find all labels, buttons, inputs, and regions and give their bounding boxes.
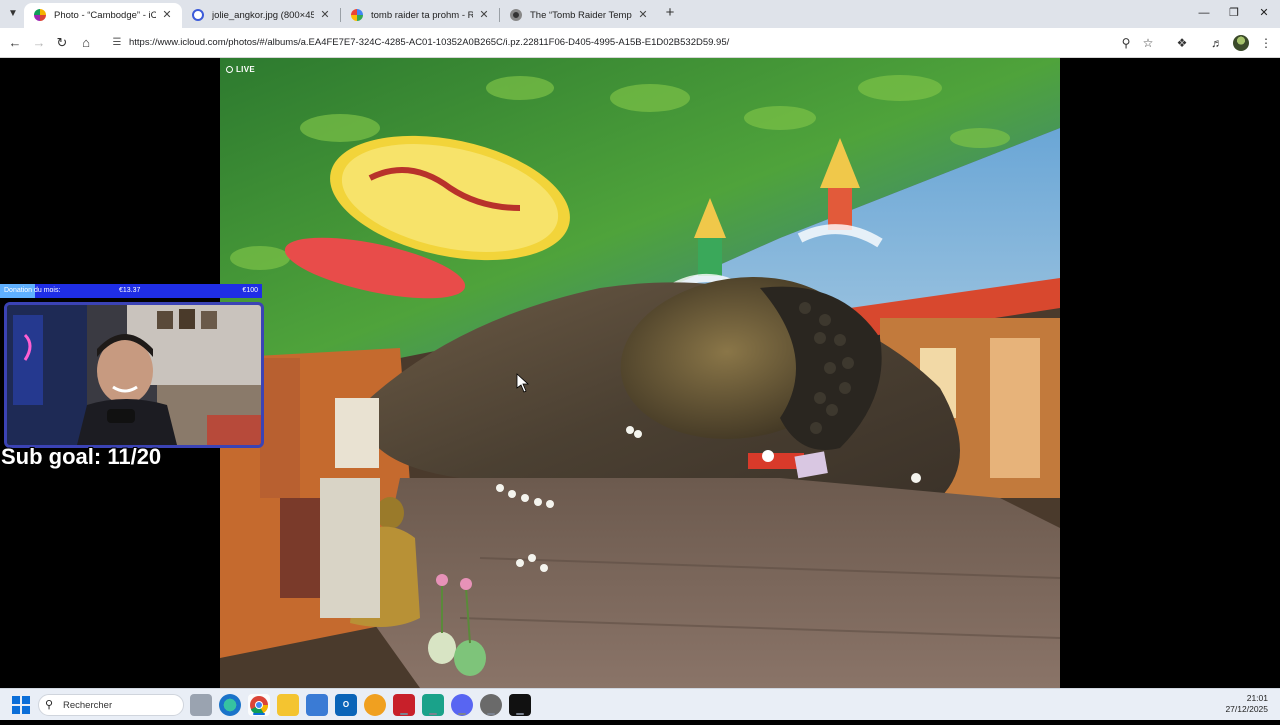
tab-jolie-angkor[interactable]: jolie_angkor.jpg (800×451) ✕	[182, 3, 340, 28]
donation-goal-bar: Donation du mois: €13.37 €100	[0, 284, 262, 298]
tab-google-search[interactable]: tomb raider ta prohm - Recherche Google …	[341, 3, 499, 28]
google-icon	[351, 9, 363, 21]
taskbar-search-input[interactable]: ⚲ Rechercher	[38, 694, 184, 716]
sub-goal-text: Sub goal: 11/20	[1, 444, 162, 469]
live-photo-badge[interactable]: LIVE	[226, 64, 255, 76]
store-icon[interactable]	[306, 694, 328, 716]
media-controls-icon[interactable]: ♬	[1208, 34, 1226, 52]
image-icon	[192, 9, 204, 21]
file-explorer-icon[interactable]	[277, 694, 299, 716]
running-app-indicator	[429, 713, 437, 715]
running-app-indicator	[487, 713, 495, 715]
avatar[interactable]	[1233, 35, 1249, 51]
close-window-icon[interactable]: ✕	[1254, 5, 1274, 21]
browser-toolbar: ← → ↻ ⌂ ☰ https://www.icloud.com/photos/…	[0, 28, 1280, 58]
tab-title: jolie_angkor.jpg (800×451)	[212, 10, 314, 21]
photos-icon	[34, 9, 46, 21]
tab-title: Photo - “Cambodge” - iCloud Photos	[54, 10, 156, 21]
vpn-icon[interactable]	[364, 694, 386, 716]
reload-icon[interactable]: ↻	[53, 34, 71, 52]
main-photo[interactable]	[220, 58, 1060, 688]
app-icon[interactable]	[422, 694, 444, 716]
close-icon[interactable]: ✕	[318, 8, 332, 22]
goal-label: Donation du mois:	[4, 287, 61, 294]
live-icon	[226, 66, 233, 73]
tab-icloud-photos[interactable]: Photo - “Cambodge” - iCloud Photos ✕	[24, 3, 182, 28]
live-label: LIVE	[236, 65, 255, 74]
goal-target-amount: €100	[242, 287, 258, 294]
discord-icon[interactable]	[451, 694, 473, 716]
clock-time: 21:01	[1246, 693, 1268, 703]
tab-search-icon[interactable]: ▼	[4, 5, 22, 23]
outlook-icon[interactable]: O	[335, 694, 357, 716]
search-icon: ⚲	[45, 699, 54, 711]
zoom-icon[interactable]: ⚲	[1118, 35, 1134, 51]
webcam-feed	[7, 305, 261, 445]
edge-icon[interactable]	[219, 694, 241, 716]
forward-icon[interactable]: →	[30, 34, 48, 52]
menu-icon[interactable]: ⋮	[1257, 34, 1275, 52]
address-bar[interactable]: ☰ https://www.icloud.com/photos/#/albums…	[104, 31, 1164, 55]
chrome-icon[interactable]	[248, 694, 270, 716]
site-info-icon[interactable]: ☰	[110, 35, 124, 51]
goal-current-amount: €13.37	[119, 287, 141, 294]
close-icon[interactable]: ✕	[160, 8, 174, 22]
page-content: LIVE Donation du mois: €13.37 €100 Sub g…	[0, 58, 1280, 688]
obs-icon[interactable]	[480, 694, 502, 716]
system-clock[interactable]: 21:01 27/12/2025	[1208, 693, 1268, 715]
windows-taskbar: ⚲ Rechercher O 21:01 27/12/2025	[0, 688, 1280, 720]
running-app-indicator	[516, 713, 524, 715]
url-text[interactable]: https://www.icloud.com/photos/#/albums/a…	[129, 36, 729, 50]
new-tab-button[interactable]: +	[662, 5, 678, 21]
extensions-icon[interactable]: ❖	[1173, 34, 1191, 52]
minimize-icon[interactable]: —	[1194, 5, 1214, 21]
tab-title: The “Tomb Raider Temple” - Ta Prohm	[530, 10, 632, 21]
tab-strip: ▼ Photo - “Cambodge” - iCloud Photos ✕ j…	[0, 0, 1280, 28]
task-view-icon[interactable]	[190, 694, 212, 716]
close-icon[interactable]: ✕	[636, 8, 650, 22]
webcam-overlay	[4, 302, 264, 448]
back-icon[interactable]: ←	[6, 34, 24, 52]
reclining-buddha-photo	[220, 58, 1060, 688]
site-icon	[510, 9, 522, 21]
windows-start-icon[interactable]	[12, 696, 30, 714]
tab-ta-prohm[interactable]: The “Tomb Raider Temple” - Ta Prohm ✕	[500, 3, 658, 28]
running-app-indicator	[458, 713, 466, 715]
terminal-icon[interactable]	[509, 694, 531, 716]
clock-date: 27/12/2025	[1225, 704, 1268, 714]
close-icon[interactable]: ✕	[477, 8, 491, 22]
running-app-indicator	[400, 713, 408, 715]
home-icon[interactable]: ⌂	[77, 34, 95, 52]
voicemeeter-icon[interactable]	[393, 694, 415, 716]
restore-icon[interactable]: ❐	[1224, 5, 1244, 21]
bookmark-star-icon[interactable]: ☆	[1140, 35, 1156, 51]
active-app-indicator	[253, 713, 265, 715]
tab-title: tomb raider ta prohm - Recherche Google	[371, 10, 473, 21]
search-placeholder: Rechercher	[63, 700, 113, 711]
